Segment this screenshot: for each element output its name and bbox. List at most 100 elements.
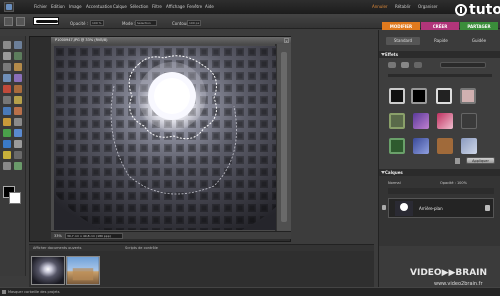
shape-tool-icon[interactable] bbox=[3, 140, 11, 148]
effect-green-frame[interactable] bbox=[389, 113, 405, 129]
effects-divider bbox=[388, 74, 492, 77]
layer-row-background[interactable]: Arrière-plan bbox=[388, 198, 494, 218]
brush-preview[interactable] bbox=[33, 17, 59, 25]
menu-image[interactable]: Image bbox=[69, 4, 82, 9]
effects-panel-title: Effets bbox=[385, 52, 398, 57]
blend-mode-select[interactable]: Normal bbox=[388, 181, 401, 185]
action-scripts-label[interactable]: Scripts de contrôle bbox=[125, 246, 158, 250]
scrollbar-thumb[interactable] bbox=[281, 52, 287, 222]
layers-panel-title: Calques bbox=[385, 170, 403, 175]
photo-effects-category-icon[interactable] bbox=[414, 62, 422, 68]
close-icon[interactable]: × bbox=[284, 38, 289, 43]
apply-effect-button[interactable]: Appliquer bbox=[466, 157, 495, 164]
effect-bevel-white-edge[interactable] bbox=[436, 88, 452, 104]
bin-thumbnail-dome[interactable] bbox=[31, 256, 65, 285]
pencil-tool-icon[interactable] bbox=[14, 118, 22, 126]
layers-panel-header[interactable]: Calques bbox=[379, 169, 500, 176]
blur-tool-icon[interactable] bbox=[14, 140, 22, 148]
text-tool-icon[interactable] bbox=[3, 96, 11, 104]
effect-green-glow[interactable] bbox=[389, 138, 405, 154]
bin-toggle-icon[interactable] bbox=[2, 290, 6, 294]
tab-rapide[interactable]: Rapide bbox=[424, 37, 458, 45]
magic-wand-tool-icon[interactable] bbox=[3, 74, 11, 82]
menu-accentuation[interactable]: Accentuation bbox=[86, 4, 112, 9]
red-eye-tool-icon[interactable] bbox=[3, 85, 11, 93]
lasso-tool-icon[interactable] bbox=[14, 63, 22, 71]
tuto-logo-text: tuto bbox=[469, 2, 500, 18]
effects-panel-header[interactable]: Effets bbox=[379, 51, 500, 58]
app-logo-icon bbox=[4, 2, 14, 12]
undo-button[interactable]: Annuler bbox=[372, 4, 388, 9]
effect-bevel-dark[interactable] bbox=[411, 88, 427, 104]
document-title: P1000947.JPG @ 33% (RVB/8) bbox=[55, 38, 108, 42]
menu-calque[interactable]: Calque bbox=[113, 4, 127, 9]
tab-standard[interactable]: Standard bbox=[386, 37, 420, 45]
smudge-tool-icon[interactable] bbox=[14, 151, 22, 159]
menu-affichage[interactable]: Affichage bbox=[166, 4, 185, 9]
menu-edition[interactable]: Edition bbox=[51, 4, 65, 9]
vertical-scrollbar[interactable] bbox=[276, 44, 291, 231]
zoom-tool-icon[interactable] bbox=[3, 41, 11, 49]
eyedropper-tool-icon[interactable] bbox=[14, 52, 22, 60]
zoom-level[interactable]: 33% bbox=[54, 234, 62, 238]
opacity-field[interactable]: 100 % bbox=[90, 20, 104, 26]
photoshop-elements-window: Fichier Edition Image Accentuation Calqu… bbox=[0, 0, 500, 296]
effect-blue-grey[interactable] bbox=[461, 138, 477, 154]
hand-tool-icon[interactable] bbox=[14, 41, 22, 49]
background-color-swatch[interactable] bbox=[9, 192, 21, 204]
menu-selection[interactable]: Sélection bbox=[130, 4, 148, 9]
brush-tool-icon[interactable] bbox=[3, 118, 11, 126]
eraser-tool-icon[interactable] bbox=[14, 107, 22, 115]
effect-pink-bevel[interactable] bbox=[460, 88, 476, 104]
effect-brown-texture[interactable] bbox=[437, 138, 453, 154]
document-status-bar: 33% 30,7 cm x 40,8 cm (180 ppp) bbox=[51, 231, 291, 239]
menu-aide[interactable]: Aide bbox=[205, 4, 214, 9]
move-tool-icon[interactable] bbox=[3, 52, 11, 60]
recompose-tool-icon[interactable] bbox=[14, 162, 22, 170]
show-open-files-select[interactable]: Afficher documents ouverts bbox=[33, 246, 81, 250]
sponge-tool-icon[interactable] bbox=[3, 151, 11, 159]
menu-bar: Fichier Edition Image Accentuation Calqu… bbox=[0, 0, 500, 14]
menu-filtre[interactable]: Filtre bbox=[152, 4, 162, 9]
straighten-tool-icon[interactable] bbox=[3, 162, 11, 170]
project-bin-header: Afficher documents ouverts Scripts de co… bbox=[29, 244, 374, 251]
paint-bucket-tool-icon[interactable] bbox=[3, 129, 11, 137]
lock-icon bbox=[485, 205, 490, 211]
clone-stamp-tool-icon[interactable] bbox=[3, 107, 11, 115]
tool-preset-icon[interactable] bbox=[4, 17, 13, 26]
layer-opacity[interactable]: Opacité : 100% bbox=[440, 181, 467, 185]
tools-panel bbox=[0, 36, 26, 276]
redo-button[interactable]: Rétablir bbox=[395, 4, 411, 9]
effect-empty-slot[interactable] bbox=[461, 113, 477, 129]
menu-fichier[interactable]: Fichier bbox=[34, 4, 47, 9]
effects-category-select[interactable] bbox=[440, 62, 486, 68]
menu-fenetre[interactable]: Fenêtre bbox=[187, 4, 202, 9]
tab-guidee[interactable]: Guidée bbox=[462, 37, 496, 45]
marquee-tool-icon[interactable] bbox=[3, 63, 11, 71]
stroke-field[interactable]: 100 px bbox=[187, 20, 201, 26]
layer-controls-bar bbox=[388, 188, 494, 194]
document-dimensions: 30,7 cm x 40,8 cm (180 ppp) bbox=[65, 233, 123, 239]
opacity-label: Opacité : bbox=[70, 21, 89, 26]
pantheon-dome-photo[interactable] bbox=[54, 46, 276, 230]
filters-category-icon[interactable] bbox=[388, 62, 396, 68]
gradient-tool-icon[interactable] bbox=[14, 129, 22, 137]
effect-purple-pattern[interactable] bbox=[413, 113, 429, 129]
effect-pink-pattern[interactable] bbox=[437, 113, 453, 129]
mode-label: Mode : bbox=[122, 21, 136, 26]
hide-project-bin-link[interactable]: Masquer corbeille des projets bbox=[8, 290, 60, 294]
effect-blue-texture[interactable] bbox=[413, 138, 429, 154]
organizer-button[interactable]: Organiser bbox=[418, 4, 438, 9]
crop-tool-icon[interactable] bbox=[14, 96, 22, 104]
spot-healing-tool-icon[interactable] bbox=[14, 85, 22, 93]
effect-bevel-black[interactable] bbox=[389, 88, 405, 104]
bin-thumbnail-building[interactable] bbox=[66, 256, 100, 285]
brush-mode-icon[interactable] bbox=[16, 17, 25, 26]
quick-selection-tool-icon[interactable] bbox=[14, 74, 22, 82]
tuto-logo: tuto bbox=[455, 2, 500, 20]
eye-visibility-icon[interactable] bbox=[382, 205, 386, 210]
layer-styles-category-icon[interactable] bbox=[401, 62, 409, 68]
trash-icon[interactable] bbox=[455, 158, 460, 164]
mode-select[interactable]: Sélection bbox=[135, 20, 157, 26]
document-titlebar[interactable]: P1000947.JPG @ 33% (RVB/8) × bbox=[51, 37, 291, 44]
